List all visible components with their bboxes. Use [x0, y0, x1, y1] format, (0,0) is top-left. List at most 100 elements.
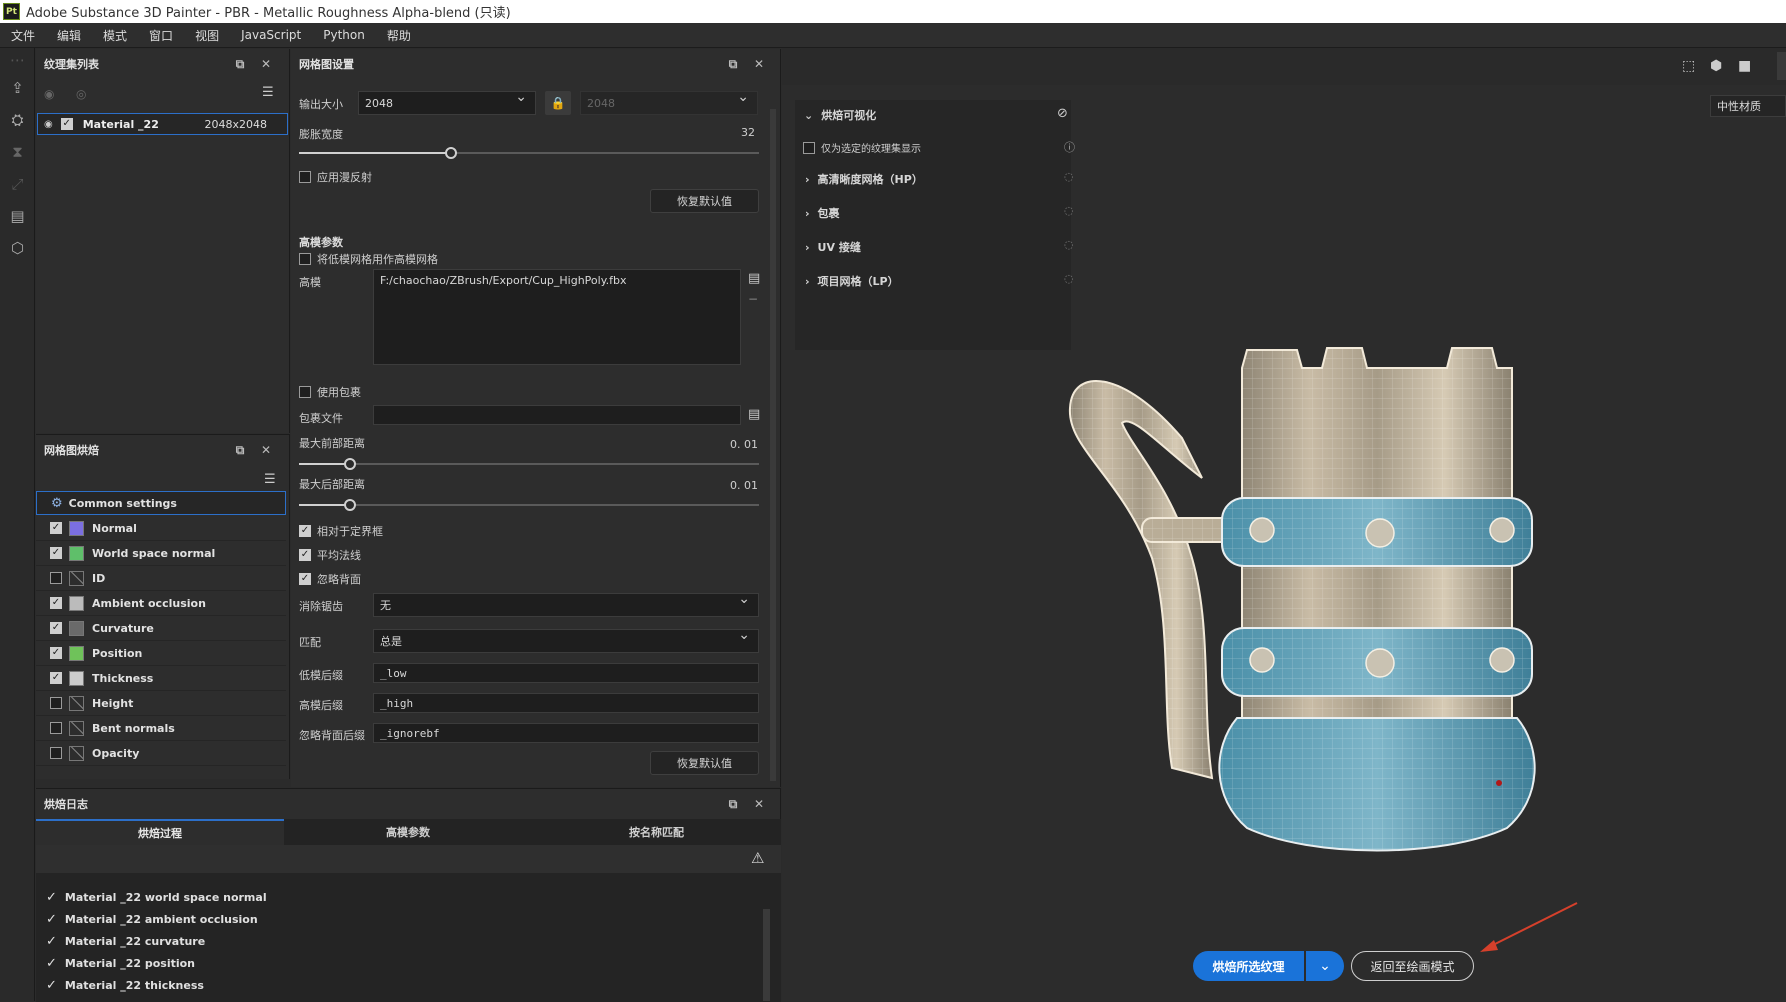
return-to-paint-button[interactable]: 返回至绘画模式	[1351, 951, 1474, 981]
average-normals-checkbox[interactable]: ✓	[299, 549, 311, 561]
highpoly-file-list[interactable]: F:/chaochao/ZBrush/Export/Cup_HighPoly.f…	[373, 269, 741, 365]
float-panel-icon[interactable]: ⧉	[725, 796, 741, 812]
log-scrollbar[interactable]	[763, 909, 770, 1001]
texture-set-row[interactable]: ◉ ✓ Material _22 2048x2048	[37, 113, 288, 135]
baker-checkbox[interactable]: ✓	[50, 597, 62, 609]
ignore-backface-row[interactable]: ✓ 忽略背面	[299, 571, 361, 587]
baker-row[interactable]: Opacity	[36, 741, 286, 766]
transform-icon[interactable]: ⤢	[0, 168, 35, 200]
baker-row[interactable]: ✓ Ambient occlusion	[36, 591, 286, 616]
max-rear-slider-knob[interactable]	[343, 499, 356, 511]
texture-set-checkbox[interactable]: ✓	[60, 118, 73, 130]
eye-icon[interactable]: ◎	[76, 87, 86, 101]
use-cage-checkbox[interactable]	[299, 386, 311, 398]
video-camera-icon[interactable]: ■	[1738, 58, 1751, 74]
chevron-down-icon[interactable]: ⌄	[804, 109, 813, 122]
reset-icon[interactable]: ◌	[1064, 238, 1074, 251]
max-front-slider[interactable]	[299, 458, 759, 470]
baker-checkbox[interactable]	[50, 747, 62, 759]
ignore-backface-checkbox[interactable]: ✓	[299, 573, 311, 585]
scrollbar[interactable]	[770, 109, 776, 781]
visibility-off-icon[interactable]: ⊘	[1057, 106, 1068, 121]
close-panel-icon[interactable]: ✕	[258, 442, 274, 458]
close-panel-icon[interactable]: ✕	[751, 796, 767, 812]
antialias-select[interactable]: 无	[373, 591, 759, 617]
float-panel-icon[interactable]: ⧉	[232, 442, 248, 458]
camera-frame-icon[interactable]: ⬚	[1682, 58, 1695, 74]
visibility-eye-icon[interactable]: ◉	[44, 87, 54, 101]
tree-item-highpoly[interactable]: › 高清晰度网格（HP）	[805, 171, 923, 187]
reset-defaults-button[interactable]: 恢复默认值	[650, 189, 759, 213]
use-lowpoly-row[interactable]: 将低模网格用作高模网格	[299, 251, 438, 267]
file-icon[interactable]: ▤	[748, 407, 760, 422]
bake-selected-button[interactable]: 烘焙所选纹理	[1193, 951, 1304, 981]
baker-row[interactable]: ID	[36, 566, 286, 591]
export-icon[interactable]: ⇪	[0, 72, 35, 104]
visibility-eye-icon[interactable]: ◉	[44, 119, 53, 130]
baker-row[interactable]: ✓ World space normal	[36, 541, 286, 566]
material-mode-select[interactable]: 中性材质	[1710, 95, 1786, 117]
only-selected-row[interactable]: 仅为选定的纹理集显示	[803, 140, 921, 155]
baker-checkbox[interactable]	[50, 697, 62, 709]
tab-bake-process[interactable]: 烘焙过程	[36, 819, 284, 845]
reset-icon[interactable]: ◌	[1064, 204, 1074, 217]
menu-javascript[interactable]: JavaScript	[230, 28, 312, 42]
tree-item-uv-seams[interactable]: › UV 接缝	[805, 239, 861, 255]
dilation-slider-knob[interactable]	[444, 147, 457, 159]
reset-icon[interactable]: ◌	[1064, 272, 1074, 285]
hourglass-icon[interactable]: ⧗	[0, 136, 35, 168]
cage-file-field[interactable]	[373, 405, 741, 425]
shelf-icon[interactable]: ⛭	[0, 104, 35, 136]
baker-row[interactable]: ✓ Normal	[36, 516, 286, 541]
ignore-suffix-input[interactable]: _ignorebf	[373, 723, 759, 743]
output-size-select[interactable]: 2048	[358, 89, 536, 115]
file-icon[interactable]: ▤	[748, 271, 760, 286]
close-panel-icon[interactable]: ✕	[751, 56, 767, 72]
menu-mode[interactable]: 模式	[92, 27, 138, 44]
baker-checkbox[interactable]: ✓	[50, 672, 62, 684]
menu-python[interactable]: Python	[312, 28, 376, 42]
mug-3d-model[interactable]	[1062, 328, 1582, 948]
relative-bbox-row[interactable]: ✓ 相对于定界框	[299, 523, 383, 539]
menu-help[interactable]: 帮助	[376, 27, 422, 44]
use-cage-row[interactable]: 使用包裹	[299, 384, 361, 400]
low-suffix-input[interactable]: _low	[373, 663, 759, 683]
float-panel-icon[interactable]: ⧉	[232, 56, 248, 72]
cube-icon[interactable]: ⬢	[1710, 58, 1722, 74]
baker-row[interactable]: Bent normals	[36, 716, 286, 741]
menu-edit[interactable]: 编辑	[46, 27, 92, 44]
info-icon[interactable]: ⓘ	[1064, 139, 1075, 155]
reset-defaults-button-2[interactable]: 恢复默认值	[650, 751, 759, 775]
list-menu-icon[interactable]: ☰	[264, 472, 276, 487]
match-select[interactable]: 总是	[373, 627, 759, 653]
apply-diffusion-row[interactable]: 应用漫反射	[299, 169, 372, 185]
use-lowpoly-checkbox[interactable]	[299, 253, 311, 265]
only-selected-checkbox[interactable]	[803, 141, 815, 154]
baker-row[interactable]: ✓ Curvature	[36, 616, 286, 641]
menu-view[interactable]: 视图	[184, 27, 230, 44]
baker-row[interactable]: ✓ Position	[36, 641, 286, 666]
menu-window[interactable]: 窗口	[138, 27, 184, 44]
apply-diffusion-checkbox[interactable]	[299, 171, 311, 183]
lock-icon[interactable]: 🔒	[545, 91, 571, 115]
baker-checkbox[interactable]: ✓	[50, 622, 62, 634]
baker-row[interactable]: ✓ Thickness	[36, 666, 286, 691]
average-normals-row[interactable]: ✓ 平均法线	[299, 547, 361, 563]
baker-checkbox[interactable]: ✓	[50, 522, 62, 534]
high-suffix-input[interactable]: _high	[373, 693, 759, 713]
baker-checkbox[interactable]	[50, 572, 62, 584]
close-panel-icon[interactable]: ✕	[258, 56, 274, 72]
bake-vis-header[interactable]: ⌄ 烘焙可视化	[804, 107, 876, 123]
max-front-slider-knob[interactable]	[343, 458, 356, 470]
tree-item-lowpoly[interactable]: › 项目网格（LP）	[805, 273, 899, 289]
menu-file[interactable]: 文件	[0, 27, 46, 44]
document-icon[interactable]: ▤	[0, 200, 35, 232]
baker-row[interactable]: Height	[36, 691, 286, 716]
tab-match-by-name[interactable]: 按名称匹配	[532, 819, 781, 845]
baker-checkbox[interactable]: ✓	[50, 647, 62, 659]
minus-icon[interactable]: −	[748, 292, 758, 306]
list-menu-icon[interactable]: ☰	[262, 85, 274, 100]
tab-highpoly-params[interactable]: 高模参数	[284, 819, 532, 845]
baker-checkbox[interactable]	[50, 722, 62, 734]
baker-checkbox[interactable]: ✓	[50, 547, 62, 559]
